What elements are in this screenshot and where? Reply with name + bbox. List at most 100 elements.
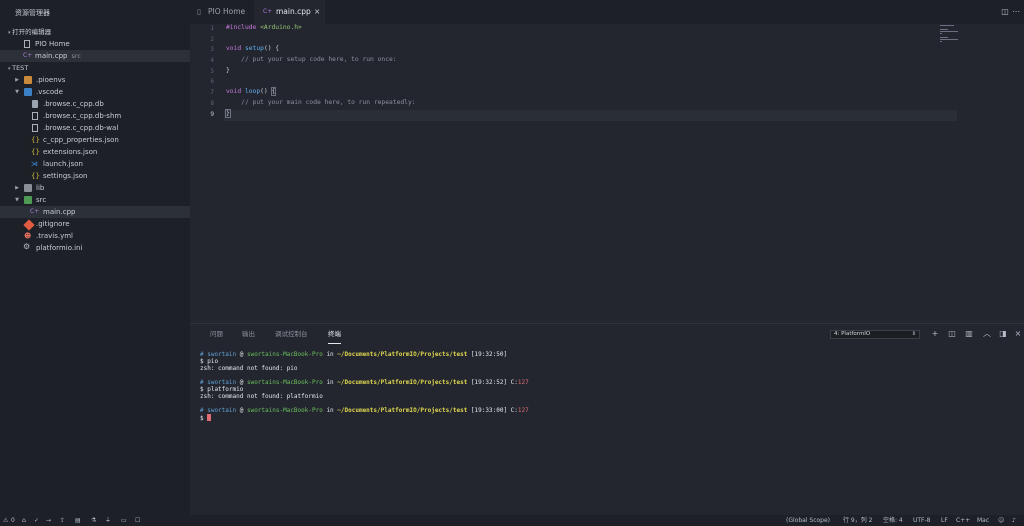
open-editor-pio-home[interactable]: PIO Home bbox=[0, 38, 190, 50]
code-line: // put your main code here, to run repea… bbox=[226, 99, 416, 106]
feedback-icon[interactable]: ☺ bbox=[998, 515, 1004, 526]
terminal-line: $ platformio bbox=[200, 386, 244, 393]
file-icon bbox=[32, 112, 38, 120]
file-icon bbox=[24, 40, 30, 48]
gear-icon: ⚙ bbox=[23, 242, 31, 251]
errors-icon[interactable]: ⚠ bbox=[3, 515, 8, 526]
terminal-icon[interactable]: ▭ bbox=[121, 515, 127, 526]
line-number: 9 bbox=[210, 111, 214, 118]
code-line: } bbox=[225, 109, 231, 118]
folder-icon bbox=[24, 184, 32, 192]
file-icon bbox=[32, 124, 38, 132]
tree-item-browse-db[interactable]: .browse.c_cpp.db bbox=[0, 98, 190, 110]
task-icon[interactable]: ☐ bbox=[135, 515, 140, 526]
arrow-right-icon[interactable]: → bbox=[46, 515, 51, 526]
tree-item-main-cpp[interactable]: C+ main.cpp bbox=[0, 206, 190, 218]
cpp-file-icon: C+ bbox=[263, 8, 273, 15]
src-folder-icon bbox=[24, 196, 32, 204]
maximize-panel-icon[interactable]: ︿ bbox=[982, 329, 992, 339]
chevron-right-icon: ▶ bbox=[15, 185, 19, 191]
chevron-down-icon: ▼ bbox=[15, 89, 19, 95]
code-line: void loop() { bbox=[226, 87, 277, 96]
code-line: #include <Arduino.h> bbox=[226, 24, 302, 31]
explorer-title: 资源管理器 bbox=[15, 9, 50, 17]
scope-indicator[interactable]: (Global Scope) bbox=[786, 515, 830, 526]
code-editor[interactable]: 1 2 3 4 5 6 7 8 9 #include <Arduino.h> v… bbox=[190, 24, 1024, 323]
terminal-select[interactable]: 4: PlatformIO ⇕ bbox=[830, 330, 920, 339]
tree-item-gitignore[interactable]: .gitignore bbox=[0, 218, 190, 231]
tree-item-src[interactable]: ▼ src bbox=[0, 194, 190, 206]
test-icon[interactable]: ⚗ bbox=[91, 515, 96, 526]
file-icon: ▯ bbox=[197, 8, 201, 16]
line-number: 6 bbox=[210, 78, 214, 85]
more-actions-icon[interactable]: ⋯ bbox=[1010, 0, 1022, 24]
tree-item-platformio-ini[interactable]: ⚙ platformio.ini bbox=[0, 242, 190, 254]
folder-icon bbox=[24, 76, 32, 84]
language-mode[interactable]: C++ bbox=[956, 515, 970, 526]
indentation[interactable]: 空格: 4 bbox=[883, 515, 903, 526]
encoding[interactable]: UTF-8 bbox=[913, 515, 931, 526]
chevron-right-icon: ▶ bbox=[15, 77, 19, 83]
cpp-file-icon: C+ bbox=[23, 52, 33, 59]
new-terminal-icon[interactable]: + bbox=[930, 329, 940, 339]
tab-output[interactable]: 输出 bbox=[242, 324, 255, 344]
tree-item-vscode[interactable]: ▼ .vscode bbox=[0, 86, 190, 98]
line-number: 8 bbox=[210, 100, 214, 107]
home-icon[interactable]: ⌂ bbox=[22, 515, 26, 526]
toggle-panel-position-icon[interactable]: ◨ bbox=[998, 329, 1008, 339]
tab-main-cpp[interactable]: C+ main.cpp × bbox=[254, 0, 325, 24]
cpp-file-icon: C+ bbox=[30, 208, 40, 215]
close-icon[interactable]: × bbox=[314, 0, 320, 24]
end-of-line[interactable]: LF bbox=[941, 515, 948, 526]
code-line: void setup() { bbox=[226, 45, 280, 52]
line-number: 5 bbox=[210, 68, 214, 75]
tab-problems[interactable]: 问题 bbox=[210, 324, 223, 344]
minimap[interactable] bbox=[940, 24, 958, 43]
terminal-line: $ bbox=[200, 415, 208, 422]
json-icon: {} bbox=[31, 136, 40, 144]
line-number: 3 bbox=[210, 46, 214, 53]
workspace-header[interactable]: ▾ TEST bbox=[0, 62, 190, 74]
tree-item-c-cpp-properties[interactable]: {} c_cpp_properties.json bbox=[0, 134, 190, 146]
terminal-cursor bbox=[207, 414, 212, 421]
tab-pio-home[interactable]: ▯ PIO Home bbox=[190, 0, 254, 24]
tree-item-launch[interactable]: ⋊ launch.json bbox=[0, 158, 190, 170]
status-bar: ⚠ 0 ⌂ ✓ → ⇪ ▤ ⚗ ⏚ ▭ ☐ (Global Scope) 行 9… bbox=[0, 515, 1024, 526]
editor-tab-bar: ▯ PIO Home C+ main.cpp × ◫ ⋯ bbox=[190, 0, 1024, 24]
bottom-panel: 问题 输出 调试控制台 终端 4: PlatformIO ⇕ + ◫ ▥ ︿ ◨… bbox=[190, 323, 1024, 515]
vscode-folder-icon bbox=[24, 88, 32, 96]
open-editors-header[interactable]: ▾ 打开的编辑器 bbox=[0, 26, 190, 38]
cursor-position[interactable]: 行 9，列 2 bbox=[843, 515, 872, 526]
tree-item-browse-db-wal[interactable]: .browse.c_cpp.db-wal bbox=[0, 122, 190, 134]
tab-terminal[interactable]: 终端 bbox=[328, 324, 341, 344]
check-icon[interactable]: ✓ bbox=[34, 515, 39, 526]
line-number: 1 bbox=[210, 25, 214, 32]
terminal-output[interactable]: # swortain @ swortains-MacBook-Pro in ~/… bbox=[200, 351, 529, 422]
terminal-line: # swortain @ swortains-MacBook-Pro in ~/… bbox=[200, 379, 529, 386]
upload-icon[interactable]: ⇪ bbox=[60, 515, 65, 526]
trash-icon[interactable]: ▤ bbox=[75, 515, 81, 526]
close-panel-icon[interactable]: × bbox=[1013, 329, 1023, 339]
tree-item-lib[interactable]: ▶ lib bbox=[0, 182, 190, 194]
vscode-icon: ⋊ bbox=[31, 160, 38, 168]
split-terminal-icon[interactable]: ◫ bbox=[947, 329, 957, 339]
error-count[interactable]: 0 bbox=[11, 515, 15, 526]
terminal-line: # swortain @ swortains-MacBook-Pro in ~/… bbox=[200, 407, 529, 414]
kill-terminal-icon[interactable]: ▥ bbox=[964, 329, 974, 339]
terminal-line: zsh: command not found: platformio bbox=[200, 393, 323, 400]
line-number: 2 bbox=[210, 36, 214, 43]
platform-indicator[interactable]: Mac bbox=[977, 515, 989, 526]
terminal-line: $ pio bbox=[200, 358, 219, 365]
tree-item-browse-db-shm[interactable]: .browse.c_cpp.db-shm bbox=[0, 110, 190, 122]
tree-item-pioenvs[interactable]: ▶ .pioenvs bbox=[0, 74, 190, 86]
plug-icon[interactable]: ⏚ bbox=[105, 515, 111, 526]
line-number: 7 bbox=[210, 89, 214, 96]
bell-icon[interactable]: ♪ bbox=[1012, 515, 1016, 526]
git-icon bbox=[23, 219, 35, 231]
chevron-down-icon: ⇕ bbox=[911, 331, 916, 337]
tree-item-extensions[interactable]: {} extensions.json bbox=[0, 146, 190, 158]
tree-item-settings[interactable]: {} settings.json bbox=[0, 170, 190, 182]
open-editor-main-cpp[interactable]: C+ main.cpp src bbox=[0, 50, 190, 62]
tab-debug-console[interactable]: 调试控制台 bbox=[275, 324, 308, 344]
line-number: 4 bbox=[210, 57, 214, 64]
